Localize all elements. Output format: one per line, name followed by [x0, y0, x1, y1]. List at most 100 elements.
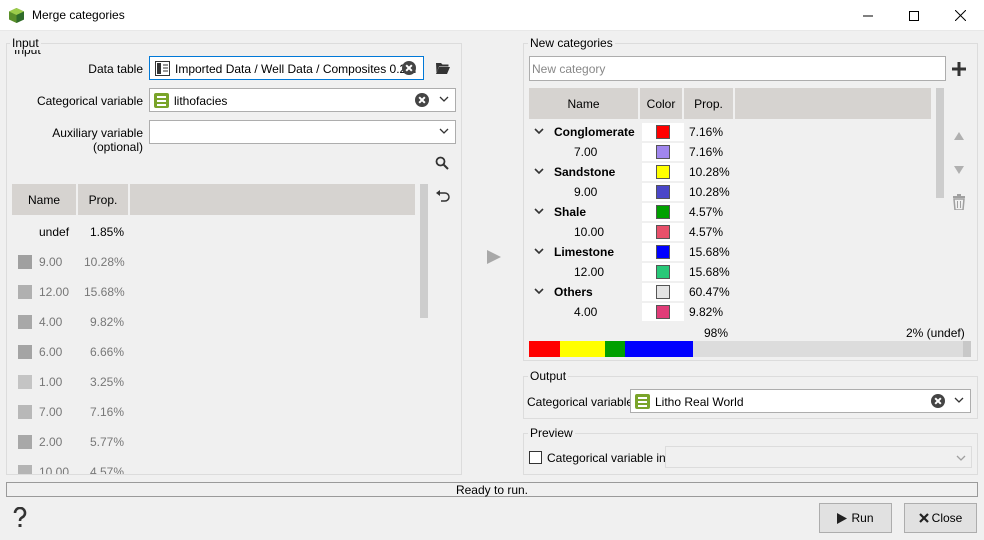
- status-text: Ready to run.: [455, 482, 529, 497]
- row-name: 10.00: [39, 465, 70, 474]
- clear-data-table-icon[interactable]: [402, 61, 416, 75]
- category-child-row[interactable]: 9.00 10.28%: [529, 182, 929, 202]
- minimize-icon: [863, 15, 873, 16]
- undo-icon[interactable]: [436, 190, 450, 202]
- color-cell[interactable]: [642, 123, 684, 141]
- category-child-row[interactable]: 4.00 9.82%: [529, 302, 929, 322]
- new-category-placeholder: New category: [532, 62, 606, 76]
- color-cell[interactable]: [642, 183, 684, 201]
- data-table-field[interactable]: Imported Data / Well Data / Composites 0…: [149, 56, 424, 80]
- input-group-title: Input: [10, 36, 41, 50]
- category-group-row[interactable]: Limestone 15.68%: [529, 242, 929, 262]
- chevron-down-icon[interactable]: [534, 206, 544, 216]
- color-cell[interactable]: [642, 203, 684, 221]
- row-name: 12.00: [39, 285, 70, 299]
- column-header-color[interactable]: Color: [640, 88, 684, 119]
- add-icon[interactable]: [952, 62, 966, 76]
- close-window-button[interactable]: [937, 0, 983, 31]
- auxiliary-variable-select[interactable]: [149, 120, 456, 144]
- column-header-name[interactable]: Name: [529, 88, 640, 119]
- bar-left-label: 98%: [704, 326, 729, 340]
- category-name: Shale: [554, 205, 587, 219]
- category-swatch: [18, 255, 32, 269]
- preview-checkbox[interactable]: [529, 451, 542, 464]
- color-cell[interactable]: [642, 163, 684, 181]
- color-swatch: [656, 185, 670, 199]
- column-header-prop[interactable]: Prop.: [78, 184, 130, 215]
- clear-categorical-icon[interactable]: [415, 93, 429, 107]
- category-group-row[interactable]: Conglomerate 7.16%: [529, 122, 929, 142]
- category-group-row[interactable]: Others 60.47%: [529, 282, 929, 302]
- column-header-prop[interactable]: Prop.: [684, 88, 735, 119]
- category-swatch: [18, 285, 32, 299]
- category-name: 7.00: [574, 145, 598, 159]
- color-swatch: [656, 285, 670, 299]
- category-group-row[interactable]: Sandstone 10.28%: [529, 162, 929, 182]
- row-prop: 1.85%: [90, 225, 125, 239]
- run-button[interactable]: Run: [819, 503, 892, 533]
- color-cell[interactable]: [642, 263, 684, 281]
- bar-segment-conglomerate: [529, 341, 560, 357]
- chevron-down-icon[interactable]: [534, 286, 544, 296]
- clear-output-icon[interactable]: [931, 394, 945, 408]
- category-prop: 60.47%: [689, 285, 730, 299]
- category-swatch: [18, 405, 32, 419]
- maximize-button[interactable]: [891, 0, 937, 31]
- color-swatch: [656, 205, 670, 219]
- preview-select[interactable]: [665, 446, 972, 468]
- chevron-down-icon[interactable]: [534, 166, 544, 176]
- new-category-input[interactable]: New category: [529, 56, 946, 81]
- move-right-arrow-icon[interactable]: [486, 249, 502, 265]
- bar-segment-undef: [963, 341, 971, 357]
- move-down-icon[interactable]: [953, 165, 965, 175]
- trash-icon[interactable]: [952, 194, 966, 210]
- maximize-icon: [909, 10, 919, 21]
- input-table-scrollbar[interactable]: [420, 184, 428, 318]
- color-cell[interactable]: [642, 283, 684, 301]
- move-up-icon[interactable]: [953, 131, 965, 141]
- close-button[interactable]: Close: [904, 503, 977, 533]
- color-cell[interactable]: [642, 243, 684, 261]
- help-icon[interactable]: [12, 507, 28, 529]
- row-prop: 4.57%: [90, 465, 125, 474]
- category-prop: 4.57%: [689, 225, 724, 239]
- row-prop: 9.82%: [90, 315, 125, 329]
- folder-open-icon[interactable]: [435, 61, 451, 75]
- search-icon[interactable]: [435, 156, 449, 170]
- color-cell[interactable]: [642, 143, 684, 161]
- category-swatch: [18, 435, 32, 449]
- row-name: 2.00: [39, 435, 63, 449]
- category-prop: 10.28%: [689, 185, 730, 199]
- category-name: 4.00: [574, 305, 598, 319]
- preview-checkbox-label: Categorical variable in: [547, 451, 666, 465]
- minimize-button[interactable]: [845, 0, 891, 31]
- category-name: Conglomerate: [554, 125, 635, 139]
- output-categorical-select[interactable]: Litho Real World: [630, 389, 971, 413]
- category-group-row[interactable]: Shale 4.57%: [529, 202, 929, 222]
- category-prop: 7.16%: [689, 145, 724, 159]
- row-name: undef: [39, 225, 70, 239]
- row-prop: 7.16%: [90, 405, 125, 419]
- category-child-row[interactable]: 10.00 4.57%: [529, 222, 929, 242]
- new-categories-group-label: New categories: [528, 36, 615, 50]
- row-prop: 10.28%: [84, 255, 125, 269]
- category-prop: 9.82%: [689, 305, 724, 319]
- category-child-row[interactable]: 7.00 7.16%: [529, 142, 929, 162]
- row-name: 4.00: [39, 315, 63, 329]
- category-swatch: [18, 345, 32, 359]
- color-cell[interactable]: [642, 303, 684, 321]
- input-table-body: undef 1.85% 9.00 10.28% 12.00 15.68% 4.0…: [7, 222, 417, 474]
- column-header-name[interactable]: Name: [12, 184, 78, 215]
- color-cell[interactable]: [642, 223, 684, 241]
- category-child-row[interactable]: 12.00 15.68%: [529, 262, 929, 282]
- bar-segment-limestone: [625, 341, 693, 357]
- data-table-value: Imported Data / Well Data / Composites 0…: [175, 62, 417, 76]
- chevron-down-icon[interactable]: [534, 246, 544, 256]
- input-table-header: Name Prop.: [12, 184, 415, 215]
- category-prop: 15.68%: [689, 265, 730, 279]
- chevron-down-icon[interactable]: [534, 126, 544, 136]
- categorical-variable-select[interactable]: lithofacies: [149, 88, 456, 112]
- new-categories-scrollbar[interactable]: [936, 88, 944, 198]
- category-swatch: [18, 375, 32, 389]
- category-prop: 7.16%: [689, 125, 724, 139]
